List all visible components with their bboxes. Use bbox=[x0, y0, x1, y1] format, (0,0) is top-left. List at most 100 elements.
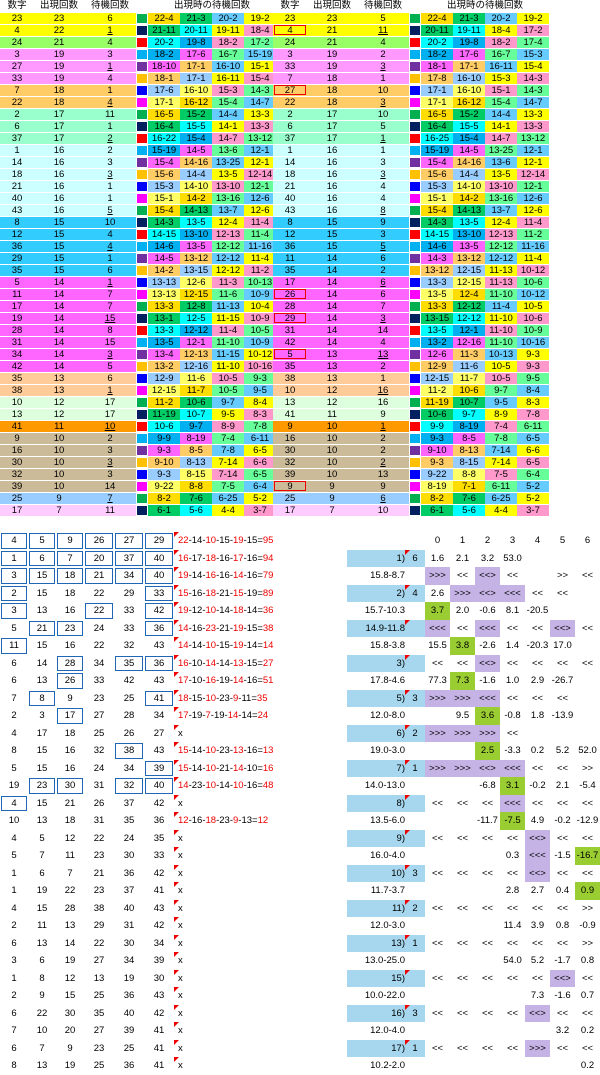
analysis-value-cell: 7.3 bbox=[450, 672, 475, 690]
number-cell: 14 bbox=[0, 156, 34, 169]
appear-count-cell: 13 bbox=[34, 372, 84, 385]
wait-at-cell: 14-3 bbox=[244, 84, 276, 97]
analysis-row: 15.8-3.8 15.5 3.8 -2.6 1.4 -20.3 17.0 bbox=[347, 637, 600, 655]
wait-at-cell: 17-4 bbox=[517, 36, 549, 49]
appear-count-cell: 16 bbox=[34, 180, 84, 193]
right-row: 17 14 6 13-3 12-15 11-13 10-6 bbox=[273, 276, 549, 289]
history-number-cell: 4 bbox=[11, 832, 17, 844]
wait-count-cell: 10 bbox=[357, 504, 409, 517]
analysis-label: 13.5-6.0 bbox=[370, 815, 405, 827]
wait-count-cell: 3 bbox=[84, 444, 136, 457]
wait-at-cell: 13-5 bbox=[453, 240, 485, 253]
wait-at-cell: 8-19 bbox=[421, 480, 453, 493]
analysis-label: 5) bbox=[347, 689, 405, 707]
wait-at-cell: 10-12 bbox=[244, 348, 276, 361]
analysis-value-cell: << bbox=[506, 972, 519, 984]
marker-swatch bbox=[410, 493, 420, 503]
analysis-row: 12.0-4.0 3.2 0.2 bbox=[347, 1022, 600, 1040]
wait-count-cell: 17 bbox=[84, 396, 136, 409]
history-number-cell: 42 bbox=[123, 675, 135, 687]
appear-count-cell: 18 bbox=[34, 96, 84, 109]
history-number-cell: 40 bbox=[144, 777, 174, 795]
history-number-cell: 33 bbox=[123, 622, 135, 634]
wait-at-cell: 16-10 bbox=[180, 84, 212, 97]
analysis-value-cell: << bbox=[431, 1042, 444, 1054]
appear-count-cell: 17 bbox=[307, 120, 357, 133]
analysis-value-cell: <<< bbox=[500, 584, 525, 602]
wait-count-cell: 2 bbox=[357, 456, 409, 469]
wait-at-cell: 19-11 bbox=[453, 24, 485, 37]
wait-at-cell: 17-2 bbox=[244, 36, 276, 49]
marker-swatch bbox=[410, 313, 420, 323]
history-number-cell: 42 bbox=[144, 602, 174, 620]
marker-swatch bbox=[410, 157, 420, 167]
right-row: 16 10 2 9-3 8-5 7-8 6-5 bbox=[273, 432, 549, 445]
marker-swatch bbox=[137, 397, 147, 407]
wait-count-cell: 1 bbox=[84, 192, 136, 205]
number-cell: 12 bbox=[273, 228, 307, 241]
wait-at-cell: 7-5 bbox=[485, 468, 517, 481]
wait-count-cell: 4 bbox=[84, 96, 136, 109]
marker-cell bbox=[409, 480, 421, 493]
left-row: 39 10 14 9-22 8-8 7-5 6-4 bbox=[0, 480, 276, 493]
history-number-cell: 2 bbox=[11, 920, 17, 932]
analysis-label: 15.7-10.3 bbox=[364, 605, 405, 617]
analysis-value-cell bbox=[425, 1057, 450, 1075]
analysis-value-cell bbox=[550, 550, 575, 568]
appear-count-cell: 15 bbox=[307, 240, 357, 253]
history-number-cell: 8 bbox=[28, 690, 56, 708]
analysis-value-cell: >>> bbox=[425, 689, 450, 707]
analysis-value-cell: 2.9 bbox=[530, 675, 545, 687]
appear-count-cell: 16 bbox=[34, 156, 84, 169]
analysis-value-cell: << bbox=[506, 902, 519, 914]
analysis-value-cell: 3.6 bbox=[475, 707, 500, 725]
analysis-label: 13.0-25.0 bbox=[364, 955, 405, 967]
wait-at-cell: 13-7 bbox=[485, 204, 517, 217]
analysis-value-cell: << bbox=[581, 797, 594, 809]
history-number-cell: 20 bbox=[64, 1025, 76, 1037]
wait-count-cell: 2 bbox=[357, 444, 409, 457]
wait-at-cell: 20-2 bbox=[148, 36, 180, 49]
wait-at-cell: 22-4 bbox=[148, 12, 180, 25]
wait-at-cell: 8-5 bbox=[453, 432, 485, 445]
wait-count-cell: 2 bbox=[357, 48, 409, 61]
appear-count-cell: 15 bbox=[34, 240, 84, 253]
analysis-value-cell bbox=[425, 952, 450, 970]
analysis-value-cell bbox=[575, 602, 600, 620]
marker-cell bbox=[136, 216, 148, 229]
wait-at-cell: 14-13 bbox=[180, 204, 212, 217]
appear-count-cell: 18 bbox=[307, 96, 357, 109]
right-row: 9 9 9 8-19 7-1 6-11 5-2 bbox=[273, 480, 549, 493]
wait-at-cell: 16-7 bbox=[485, 48, 517, 61]
history-row: 8 13 19 25 36 41 x bbox=[0, 1057, 332, 1075]
analysis-value-cell: << bbox=[456, 867, 469, 879]
history-row: 7 8 9 23 25 41 18-15-10-23-9-11=35 bbox=[0, 689, 332, 708]
analysis-value-cell bbox=[475, 847, 500, 865]
wait-at-cell: 15-4 bbox=[180, 132, 212, 145]
analysis-count bbox=[405, 1057, 425, 1075]
wait-at-cell: 9-3 bbox=[244, 372, 276, 385]
number-cell: 39 bbox=[0, 480, 34, 493]
marker-cell bbox=[136, 312, 148, 325]
wait-count-cell: 1 bbox=[84, 24, 136, 37]
wait-count-cell: 4 bbox=[84, 240, 136, 253]
wait-at-cell: 4-4 bbox=[485, 504, 517, 517]
marker-swatch bbox=[410, 349, 420, 359]
analysis-value-cell: << bbox=[481, 1007, 494, 1019]
wait-at-cell: 9-3 bbox=[148, 468, 180, 481]
wait-at-cell: 15-6 bbox=[421, 168, 453, 181]
analysis-value-cell: << bbox=[556, 1042, 569, 1054]
sequence-cell: x bbox=[174, 987, 332, 1005]
wait-at-cell: 16-7 bbox=[212, 48, 244, 61]
wait-at-cell: 11-2 bbox=[517, 228, 549, 241]
analysis-value-cell: 1.6 bbox=[430, 552, 445, 564]
marker-swatch bbox=[137, 49, 147, 59]
analysis-label: 11) bbox=[347, 899, 405, 917]
appear-count-cell: 16 bbox=[307, 204, 357, 217]
right-row: 11 14 6 14-3 13-12 12-12 11-4 bbox=[273, 252, 549, 265]
analysis-value-cell: << bbox=[456, 622, 469, 634]
wait-at-cell: 11-4 bbox=[244, 252, 276, 265]
analysis-value-cell: 4.9 bbox=[530, 815, 545, 827]
history-number-cell: 6 bbox=[11, 1042, 17, 1054]
history-number-cell: 19 bbox=[8, 780, 20, 792]
